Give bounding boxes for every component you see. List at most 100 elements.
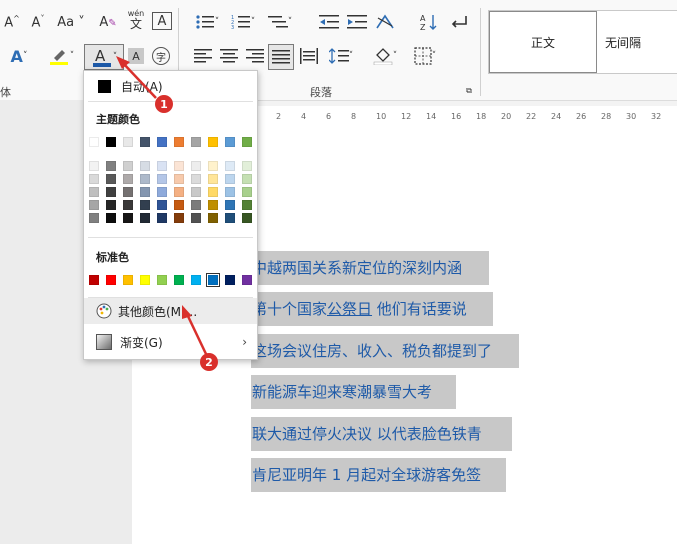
style-normal[interactable]: 正文 [489, 11, 597, 73]
highlight-color-button[interactable]: ˅ [44, 46, 78, 66]
theme-shade-swatch[interactable] [174, 161, 184, 171]
theme-color-swatch[interactable] [140, 137, 150, 147]
theme-shade-swatch[interactable] [242, 213, 252, 223]
theme-shade-swatch[interactable] [191, 187, 201, 197]
standard-color-swatch[interactable] [191, 275, 201, 285]
align-right-button[interactable] [244, 46, 266, 66]
theme-shade-swatch[interactable] [225, 161, 235, 171]
theme-shade-swatch[interactable] [174, 200, 184, 210]
chinese-layout-button[interactable] [374, 12, 396, 32]
theme-shade-swatch[interactable] [225, 187, 235, 197]
bullets-button[interactable]: ˅ [192, 12, 222, 32]
theme-color-swatch[interactable] [123, 137, 133, 147]
theme-shade-swatch[interactable] [242, 200, 252, 210]
theme-color-swatch[interactable] [106, 137, 116, 147]
doc-line[interactable]: 第十个国家公祭日 他们有话要说 [252, 292, 467, 326]
theme-shade-swatch[interactable] [123, 187, 133, 197]
standard-color-swatch[interactable] [89, 275, 99, 285]
theme-shade-swatch[interactable] [191, 161, 201, 171]
theme-shade-swatch[interactable] [106, 187, 116, 197]
distributed-button[interactable] [298, 46, 320, 66]
theme-shade-swatch[interactable] [157, 213, 167, 223]
theme-color-swatch[interactable] [157, 137, 167, 147]
doc-line[interactable]: 中越两国关系新定位的深刻内涵 [252, 251, 462, 285]
shrink-font-button[interactable]: A˅ [28, 12, 48, 32]
doc-line[interactable]: 联大通过停火决议 以代表脸色铁青 [252, 417, 482, 451]
enclose-characters-button[interactable]: 字 [152, 47, 170, 65]
increase-indent-button[interactable] [346, 12, 368, 32]
doc-line[interactable]: 这场会议住房、收入、税负都提到了 [252, 334, 492, 368]
theme-shade-swatch[interactable] [106, 200, 116, 210]
theme-shade-swatch[interactable] [157, 200, 167, 210]
theme-shade-swatch[interactable] [208, 200, 218, 210]
theme-shade-swatch[interactable] [123, 213, 133, 223]
theme-shade-swatch[interactable] [157, 174, 167, 184]
theme-shade-swatch[interactable] [242, 161, 252, 171]
sort-button[interactable]: AZ [418, 12, 440, 32]
theme-shade-swatch[interactable] [191, 200, 201, 210]
theme-shade-swatch[interactable] [89, 161, 99, 171]
standard-color-swatch[interactable] [242, 275, 252, 285]
theme-shade-swatch[interactable] [225, 213, 235, 223]
theme-shade-swatch[interactable] [123, 174, 133, 184]
theme-shade-swatch[interactable] [89, 174, 99, 184]
theme-shade-swatch[interactable] [106, 161, 116, 171]
theme-shade-swatch[interactable] [225, 174, 235, 184]
theme-shade-swatch[interactable] [123, 161, 133, 171]
show-marks-button[interactable] [448, 12, 470, 32]
doc-line[interactable]: 新能源车迎来寒潮暴雪大考 [252, 375, 432, 409]
paragraph-dialog-launcher[interactable]: ⧉ [464, 86, 474, 96]
theme-color-swatch[interactable] [208, 137, 218, 147]
font-color-button[interactable]: A ˅ [84, 44, 124, 70]
character-shading-button[interactable]: A [128, 48, 144, 64]
theme-color-swatch[interactable] [174, 137, 184, 147]
theme-shade-swatch[interactable] [140, 174, 150, 184]
standard-color-swatch[interactable] [106, 275, 116, 285]
standard-color-swatch[interactable] [206, 273, 220, 287]
theme-shade-swatch[interactable] [191, 213, 201, 223]
decrease-indent-button[interactable] [318, 12, 340, 32]
theme-shade-swatch[interactable] [89, 200, 99, 210]
theme-color-swatch[interactable] [225, 137, 235, 147]
theme-shade-swatch[interactable] [174, 187, 184, 197]
more-colors-item[interactable]: 其他颜色(M)... [84, 298, 257, 324]
align-left-button[interactable] [192, 46, 214, 66]
line-spacing-button[interactable]: ˅ [326, 46, 356, 66]
style-no-spacing[interactable]: 无间隔 [605, 11, 677, 73]
shading-button[interactable]: ˅ [370, 46, 400, 66]
standard-color-swatch[interactable] [174, 275, 184, 285]
theme-color-swatch[interactable] [89, 137, 99, 147]
theme-shade-swatch[interactable] [225, 200, 235, 210]
theme-color-swatch[interactable] [242, 137, 252, 147]
standard-color-swatch[interactable] [225, 275, 235, 285]
align-center-button[interactable] [218, 46, 240, 66]
automatic-color-item[interactable]: 自动(A) [84, 73, 257, 99]
standard-color-swatch[interactable] [157, 275, 167, 285]
standard-color-swatch[interactable] [140, 275, 150, 285]
theme-shade-swatch[interactable] [191, 174, 201, 184]
theme-shade-swatch[interactable] [89, 213, 99, 223]
text-effects-button[interactable]: A ˅ [2, 46, 36, 66]
theme-shade-swatch[interactable] [242, 174, 252, 184]
multilevel-list-button[interactable]: ˅ [264, 12, 296, 32]
borders-button[interactable]: ˅ [410, 46, 440, 66]
theme-shade-swatch[interactable] [157, 161, 167, 171]
theme-shade-swatch[interactable] [106, 174, 116, 184]
theme-shade-swatch[interactable] [140, 187, 150, 197]
theme-color-swatch[interactable] [191, 137, 201, 147]
theme-shade-swatch[interactable] [106, 213, 116, 223]
theme-shade-swatch[interactable] [123, 200, 133, 210]
justify-button[interactable] [268, 44, 294, 70]
change-case-button[interactable]: Aa ˅ [56, 12, 86, 32]
grow-font-button[interactable]: A^ [2, 12, 22, 32]
phonetic-guide-button[interactable]: wén 文 [126, 9, 146, 31]
doc-line[interactable]: 肯尼亚明年 1 月起对全球游客免签 [252, 458, 481, 492]
gradient-item[interactable]: 渐变(G) › [84, 329, 257, 355]
theme-shade-swatch[interactable] [242, 187, 252, 197]
numbering-button[interactable]: 1 2 3 ˅ [228, 12, 258, 32]
theme-shade-swatch[interactable] [140, 161, 150, 171]
theme-shade-swatch[interactable] [208, 161, 218, 171]
theme-shade-swatch[interactable] [140, 200, 150, 210]
theme-shade-swatch[interactable] [174, 174, 184, 184]
theme-shade-swatch[interactable] [89, 187, 99, 197]
